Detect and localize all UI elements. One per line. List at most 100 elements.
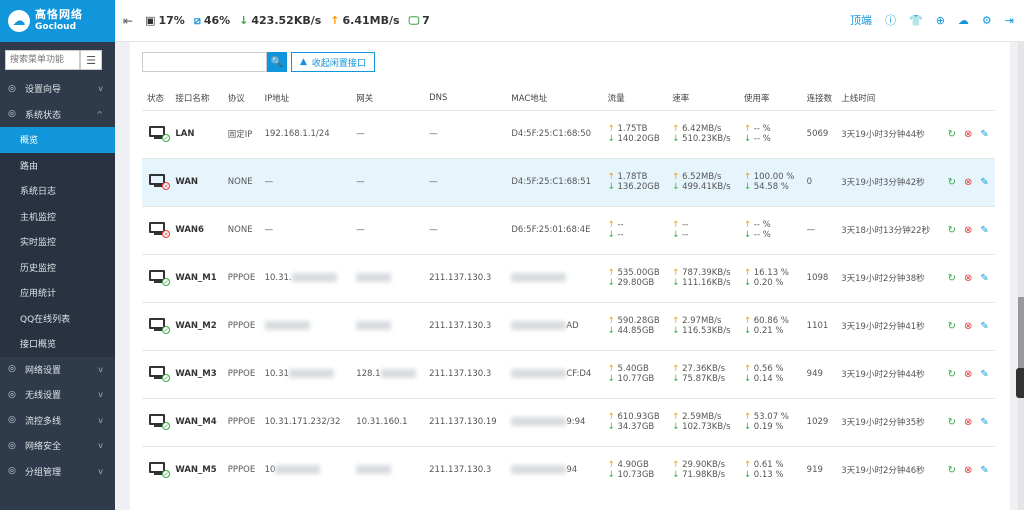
refresh-icon[interactable]: ↻ (948, 225, 956, 236)
sidebar-item[interactable]: ◎ 系统状态 ^ (0, 102, 115, 128)
shirt-icon[interactable]: 👕 (909, 14, 923, 27)
sidebar-item[interactable]: ◎ 设置向导 v (0, 76, 115, 102)
menu-search-input[interactable] (5, 50, 80, 70)
sidebar-item[interactable]: ◎ 网络安全 v (0, 433, 115, 459)
edit-icon[interactable]: ✎ (980, 177, 988, 188)
usage-cell: ↑ -- % ↓ -- % (738, 205, 802, 254)
close-circle-icon[interactable]: ⊗ (964, 273, 972, 284)
sidebar-item[interactable]: ◎ 流控多线 v (0, 408, 115, 434)
arrow-down-icon: ↓ (743, 470, 754, 481)
rate-cell: ↑ 27.36KB/s ↓ 75.87KB/s (667, 349, 739, 398)
edit-icon[interactable]: ✎ (980, 273, 988, 284)
memory-icon: ⧄ (193, 13, 201, 27)
edit-icon[interactable]: ✎ (980, 417, 988, 428)
gear-icon[interactable]: ⚙ (982, 14, 992, 27)
sidebar-item[interactable]: ◎ 分组管理 v (0, 459, 115, 485)
shield-icon: ◎ (8, 440, 16, 451)
mac-cell: 9:94 (506, 397, 603, 446)
arrow-up-icon: ↑ (743, 316, 754, 326)
traffic-cell: ↑ 4.90GB ↓ 10.73GB (602, 445, 668, 494)
table-row[interactable]: ✓ WAN_M1 PPPOE 10.31. 211.137.130.3 ↑ 535.00G… (142, 253, 995, 302)
protocol: NONE (227, 225, 253, 235)
table-row[interactable]: × WAN6 NONE — — — D6:5F:25:01:68:4E ↑ -- ↓ -- ↑ -… (142, 205, 995, 254)
interface-search-input[interactable] (142, 52, 267, 72)
edit-icon[interactable]: ✎ (980, 369, 988, 380)
uptime: 3天19小时3分钟44秒 (841, 130, 925, 140)
edit-icon[interactable]: ✎ (980, 321, 988, 332)
refresh-icon[interactable]: ↻ (948, 369, 956, 380)
sidebar-item[interactable]: ◎ 网络设置 v (0, 357, 115, 383)
cloud-upload-icon[interactable]: ☁ (958, 14, 969, 27)
usage-down: 0.20 % (753, 278, 784, 288)
table-row[interactable]: ✓ LAN 固定IP 192.168.1.1/24 — — D4:5F:25:C1:68:5… (142, 109, 995, 158)
refresh-icon[interactable]: ↻ (948, 129, 956, 140)
close-circle-icon[interactable]: ⊗ (964, 129, 972, 140)
edit-icon[interactable]: ✎ (980, 129, 988, 140)
actions-cell: ↻ ⊗ ✎ (942, 301, 995, 350)
sidebar-item[interactable]: ◎ 无线设置 v (0, 382, 115, 408)
table-row[interactable]: ✓ WAN_M3 PPPOE 10.31 128.1 211.137.130.3 CF:D4… (142, 349, 995, 398)
uptime-cell: 3天19小时3分钟44秒 (836, 109, 943, 158)
gateway-cell (351, 445, 425, 494)
close-circle-icon[interactable]: ⊗ (964, 369, 972, 380)
close-circle-icon[interactable]: ⊗ (964, 321, 972, 332)
sidebar-item[interactable]: 路由 (0, 152, 115, 178)
sidebar-item[interactable]: 概览 (0, 127, 115, 153)
table-row[interactable]: ✓ WAN_M5 PPPOE 10 211.137.130.3 94 ↑ 4.90GB ↓ 1… (142, 445, 995, 494)
sidebar-item[interactable]: 历史监控 (0, 254, 115, 280)
close-circle-icon[interactable]: ⊗ (964, 417, 972, 428)
refresh-icon[interactable]: ↻ (948, 177, 956, 188)
login-link[interactable]: 顶端 (850, 12, 872, 28)
dns-cell: — (424, 205, 507, 254)
refresh-icon[interactable]: ↻ (948, 417, 956, 428)
collapse-idle-button[interactable]: ▲ 收起闲置接口 (291, 52, 375, 72)
refresh-icon[interactable]: ↻ (948, 321, 956, 332)
sidebar-item-label: 主机监控 (20, 212, 57, 223)
globe-icon[interactable]: ⊕ (936, 14, 945, 27)
arrow-up-icon: ↑ (743, 220, 754, 230)
redacted-block (511, 465, 567, 475)
table-row[interactable]: ✓ WAN_M4 PPPOE 10.31.171.232/32 10.31.160.1 2… (142, 397, 995, 446)
redacted-block (380, 369, 416, 378)
rate-down: -- (682, 230, 689, 240)
traffic-down: 10.73GB (617, 470, 655, 481)
sidebar-item[interactable]: 实时监控 (0, 229, 115, 255)
logout-icon[interactable]: ⇥ (1005, 14, 1014, 27)
mac-address: AD (566, 321, 579, 331)
search-button[interactable]: 🔍 (267, 52, 287, 72)
table-row[interactable]: ✓ WAN_M2 PPPOE 211.137.130.3 AD ↑ 590.28GB ↓ 4… (142, 301, 995, 350)
menu-toggle-button[interactable]: ☰ (80, 50, 102, 70)
arrow-up-icon: ↑ (672, 124, 683, 134)
protocol: 固定IP (227, 130, 253, 140)
info-icon[interactable]: ⓘ (885, 12, 896, 28)
logo[interactable]: ☁ 高恪网络 Gocloud (0, 0, 115, 42)
menu-collapse-icon[interactable]: ⇤ (123, 14, 133, 28)
arrow-down-icon: ↓ (672, 422, 683, 432)
sidebar-item[interactable]: 接口概览 (0, 331, 115, 357)
floating-handle[interactable] (1016, 368, 1024, 398)
rate-down: 510.23KB/s (682, 134, 731, 144)
close-circle-icon[interactable]: ⊗ (964, 465, 972, 476)
connections: — (806, 225, 816, 235)
table-row[interactable]: × WAN NONE — — — D4:5F:25:C1:68:51 ↑ 1.78TB ↓ 13… (142, 157, 995, 206)
sidebar-item[interactable]: 主机监控 (0, 203, 115, 229)
gateway: — (356, 129, 365, 139)
close-circle-icon[interactable]: ⊗ (964, 225, 972, 236)
dns-cell: 211.137.130.3 (424, 349, 507, 398)
uptime: 3天19小时2分钟46秒 (841, 466, 925, 477)
edit-icon[interactable]: ✎ (980, 465, 988, 476)
rate-down: 499.41KB/s (682, 182, 731, 192)
close-circle-icon[interactable]: ⊗ (964, 177, 972, 188)
page-scrollbar[interactable] (1018, 42, 1024, 510)
arrow-up-icon: ↑ (743, 460, 754, 471)
ip-address: 10.31. (264, 273, 292, 283)
sidebar-item[interactable]: QQ在线列表 (0, 305, 115, 331)
arrow-down-icon: ↓ (743, 182, 754, 192)
sidebar-item[interactable]: 应用统计 (0, 280, 115, 306)
refresh-icon[interactable]: ↻ (948, 273, 956, 284)
edit-icon[interactable]: ✎ (980, 225, 988, 236)
refresh-icon[interactable]: ↻ (948, 465, 956, 476)
sidebar-item[interactable]: 系统日志 (0, 178, 115, 204)
uptime-cell: 3天19小时2分钟38秒 (836, 253, 943, 302)
ip-cell: 10.31 (259, 349, 352, 398)
